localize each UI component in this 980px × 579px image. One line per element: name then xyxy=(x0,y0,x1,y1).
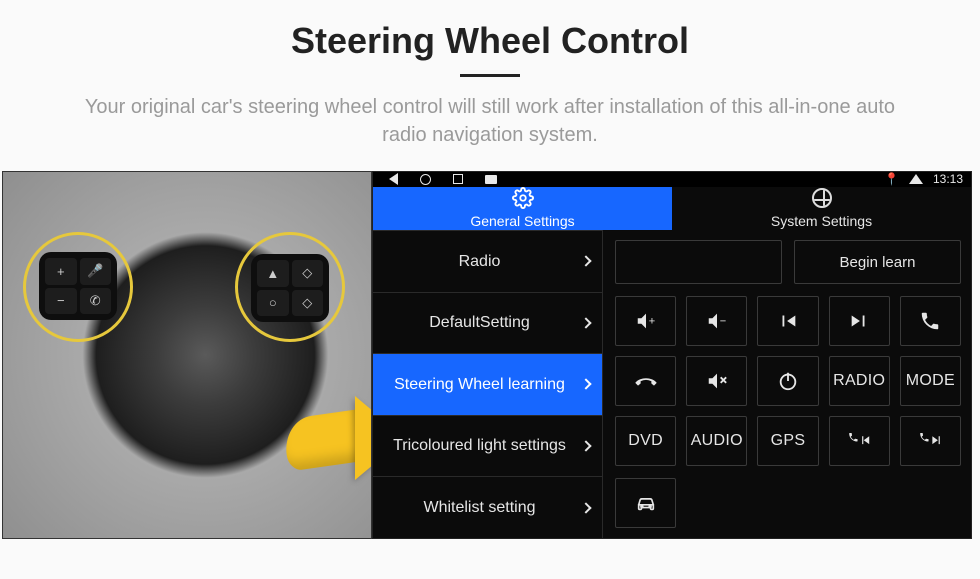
key-volume-down[interactable]: − xyxy=(686,296,747,346)
skip-next-icon xyxy=(848,310,870,332)
nav-back-icon[interactable] xyxy=(389,173,398,185)
wheel-btn-circle: ○ xyxy=(257,290,289,317)
phone-prev-icon xyxy=(848,430,870,452)
location-icon: 📍 xyxy=(884,172,899,186)
wheel-btn-voice: 🎤 xyxy=(80,258,112,285)
wheel-buttons-right: ▲ ◇ ○ ◇ xyxy=(251,254,329,322)
nav-home-icon[interactable] xyxy=(420,174,431,185)
title-underline xyxy=(460,74,520,77)
tab-general-label: General Settings xyxy=(470,213,574,229)
wifi-icon xyxy=(909,174,923,184)
volume-down-icon: − xyxy=(706,310,728,332)
chevron-right-icon xyxy=(580,256,591,267)
android-statusbar: 📍 13:13 xyxy=(373,172,971,187)
wheel-btn-plus: + xyxy=(45,258,77,285)
chevron-right-icon xyxy=(580,440,591,451)
begin-learn-button[interactable]: Begin learn xyxy=(794,240,961,284)
power-icon xyxy=(777,370,799,392)
tab-system-settings[interactable]: System Settings xyxy=(672,187,971,230)
key-grid: + − xyxy=(615,296,961,466)
gear-icon xyxy=(512,187,534,209)
sidebar-item-label: Whitelist setting xyxy=(423,498,535,517)
key-radio[interactable]: RADIO xyxy=(829,356,890,406)
sidebar-item-tricoloured-light[interactable]: Tricoloured light settings xyxy=(373,415,603,477)
wheel-btn-minus: − xyxy=(45,288,77,315)
sidebar-item-label: Tricoloured light settings xyxy=(393,436,566,455)
chevron-right-icon xyxy=(580,502,591,513)
volume-up-icon: + xyxy=(635,310,657,332)
key-mode[interactable]: MODE xyxy=(900,356,961,406)
device-screenshot: 📍 13:13 General Settings System Settings… xyxy=(372,171,972,539)
key-mute[interactable] xyxy=(686,356,747,406)
wheel-btn-down: ◇ xyxy=(292,290,324,317)
pointer-arrow xyxy=(285,382,372,472)
wheel-btn-diamond: ◇ xyxy=(292,260,324,287)
key-car[interactable] xyxy=(615,478,676,528)
phone-hangup-icon xyxy=(635,370,657,392)
key-grid-last-row xyxy=(615,478,961,528)
settings-content: Radio DefaultSetting Steering Wheel lear… xyxy=(373,230,971,538)
chevron-right-icon xyxy=(580,379,591,390)
key-power[interactable] xyxy=(757,356,818,406)
phone-next-icon xyxy=(919,430,941,452)
key-call-hangup[interactable] xyxy=(615,356,676,406)
learning-panel: Begin learn + − xyxy=(603,230,971,538)
globe-icon xyxy=(811,187,833,209)
settings-tabs: General Settings System Settings xyxy=(373,187,971,230)
key-volume-up[interactable]: + xyxy=(615,296,676,346)
sidebar-item-label: DefaultSetting xyxy=(429,313,530,332)
key-prev-track[interactable] xyxy=(757,296,818,346)
key-phone-next[interactable] xyxy=(900,416,961,466)
sidebar-item-label: Steering Wheel learning xyxy=(394,375,565,394)
key-phone-prev[interactable] xyxy=(829,416,890,466)
illustration-panel: + 🎤 − ✆ ▲ ◇ ○ ◇ 📍 xyxy=(2,171,972,539)
tab-system-label: System Settings xyxy=(771,213,872,229)
tab-general-settings[interactable]: General Settings xyxy=(373,187,672,230)
nav-recent-icon[interactable] xyxy=(453,174,463,184)
sidebar-item-radio[interactable]: Radio xyxy=(373,230,603,292)
phone-icon xyxy=(919,310,941,332)
key-gps[interactable]: GPS xyxy=(757,416,818,466)
sidebar-item-whitelist[interactable]: Whitelist setting xyxy=(373,476,603,538)
sidebar-item-label: Radio xyxy=(459,252,501,271)
wheel-buttons-left: + 🎤 − ✆ xyxy=(39,252,117,320)
sidebar-item-steering-wheel-learning[interactable]: Steering Wheel learning xyxy=(373,353,603,415)
nav-card-icon[interactable] xyxy=(485,175,497,184)
settings-sidebar: Radio DefaultSetting Steering Wheel lear… xyxy=(373,230,603,538)
svg-text:+: + xyxy=(648,316,655,328)
statusbar-time: 13:13 xyxy=(933,172,963,186)
skip-previous-icon xyxy=(777,310,799,332)
current-key-slot[interactable] xyxy=(615,240,782,284)
key-call-answer[interactable] xyxy=(900,296,961,346)
svg-text:−: − xyxy=(720,316,727,328)
car-icon xyxy=(635,492,657,514)
key-dvd[interactable]: DVD xyxy=(615,416,676,466)
wheel-btn-up: ▲ xyxy=(257,260,289,287)
key-audio[interactable]: AUDIO xyxy=(686,416,747,466)
page-subtitle: Your original car's steering wheel contr… xyxy=(30,93,950,149)
chevron-right-icon xyxy=(580,317,591,328)
page-title: Steering Wheel Control xyxy=(0,20,980,62)
sidebar-item-default-setting[interactable]: DefaultSetting xyxy=(373,292,603,354)
wheel-btn-phone: ✆ xyxy=(80,288,112,315)
steering-wheel-photo: + 🎤 − ✆ ▲ ◇ ○ ◇ xyxy=(2,171,372,539)
key-next-track[interactable] xyxy=(829,296,890,346)
mute-icon xyxy=(706,370,728,392)
